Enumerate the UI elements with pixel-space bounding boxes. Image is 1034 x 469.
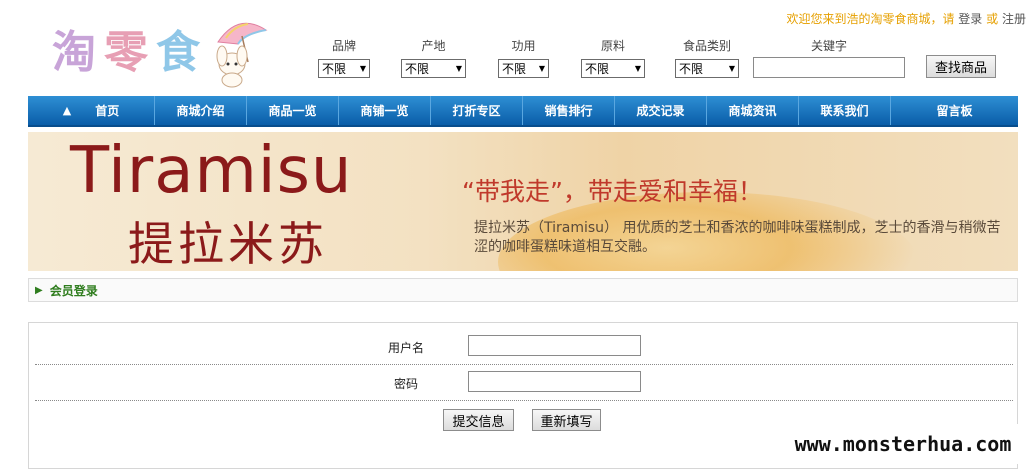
banner-slogan: “带我走”，带走爱和幸福！ [462,177,763,206]
triangle-right-icon: ▶ [35,284,43,296]
reset-button[interactable]: 重新填写 [532,409,601,431]
nav-item-transactions[interactable]: 成交记录 [615,96,707,125]
nav-item-home[interactable]: ▲ 首页 [28,96,155,125]
main-nav: ▲ 首页 商城介绍 商品一览 商铺一览 打折专区 销售排行 成交记录 商城资讯 联… [28,96,1018,127]
password-label: 密码 [393,377,418,391]
password-row: 密码 [35,365,1013,401]
dropdown-arrow-icon: ▼ [538,64,545,73]
filter-label: 功用 [511,39,536,53]
search-button[interactable]: 查找商品 [926,55,996,78]
submit-button[interactable]: 提交信息 [443,409,514,431]
dropdown-arrow-icon: ▼ [455,64,462,73]
filter-ingredient: 原料 不限 ▼ [581,37,645,78]
bunny-umbrella-icon [216,22,268,88]
header: 淘零食 欢迎您来到浩的淘零食商城，请 登录 或 注册 品牌 不限 ▼ 产地 不限 ▼ [0,0,1034,96]
or-text: 或 [986,12,999,26]
member-login-header: ▶ 会员登录 [28,278,1018,302]
login-link[interactable]: 登录 [958,12,982,26]
brand-select[interactable]: 不限 ▼ [318,59,370,78]
banner-title-en: Tiramisu [70,134,353,208]
filter-label: 食品类别 [682,39,731,53]
nav-item-discounts[interactable]: 打折专区 [431,96,523,125]
dropdown-arrow-icon: ▼ [634,64,641,73]
category-select[interactable]: 不限 ▼ [675,59,739,78]
nav-item-contact[interactable]: 联系我们 [799,96,891,125]
dropdown-arrow-icon: ▼ [359,64,366,73]
username-input[interactable] [468,335,641,356]
promo-banner: Tiramisu 提拉米苏 “带我走”，带走爱和幸福！ 提拉米苏（Tiramis… [28,132,1018,271]
site-logo[interactable]: 淘零食 [48,8,270,88]
banner-title-cn: 提拉米苏 [128,217,328,271]
welcome-bar: 欢迎您来到浩的淘零食商城，请 登录 或 注册 [786,10,1026,27]
password-input[interactable] [468,371,641,392]
origin-select[interactable]: 不限 ▼ [401,59,466,78]
keyword-label: 关键字 [810,39,847,53]
nav-item-products[interactable]: 商品一览 [247,96,339,125]
dropdown-arrow-icon: ▼ [728,64,735,73]
filter-label: 品牌 [331,39,356,53]
filter-label: 原料 [600,39,625,53]
filter-origin: 产地 不限 ▼ [401,37,466,78]
nav-item-shops[interactable]: 商铺一览 [339,96,431,125]
username-row: 用户名 [35,329,1013,365]
nav-item-about[interactable]: 商城介绍 [155,96,247,125]
filter-label: 产地 [421,39,446,53]
section-title: 会员登录 [49,283,98,298]
welcome-text: 欢迎您来到浩的淘零食商城，请 [786,12,955,26]
banner-description: 提拉米苏（Tiramisu） 用优质的芝士和香浓的咖啡味蛋糕制成，芝士的香滑与稍… [474,220,1001,255]
username-label: 用户名 [387,341,424,355]
watermark: www.monsterhua.com [772,424,1034,464]
home-icon: ▲ [62,104,72,117]
nav-item-sales-ranking[interactable]: 销售排行 [523,96,615,125]
nav-item-news[interactable]: 商城资讯 [707,96,799,125]
filter-category: 食品类别 不限 ▼ [675,37,739,78]
register-link[interactable]: 注册 [1002,12,1026,26]
logo-text: 淘零食 [52,27,208,78]
filter-function: 功用 不限 ▼ [498,37,549,78]
ingredient-select[interactable]: 不限 ▼ [581,59,645,78]
nav-item-guestbook[interactable]: 留言板 [891,96,1018,125]
filter-brand: 品牌 不限 ▼ [318,37,370,78]
keyword-input[interactable] [753,57,905,78]
function-select[interactable]: 不限 ▼ [498,59,549,78]
